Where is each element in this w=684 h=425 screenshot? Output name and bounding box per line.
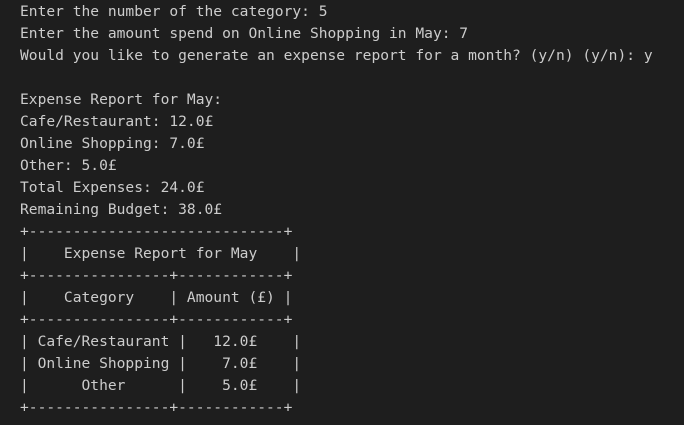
report-line-remaining: Remaining Budget: 38.0£: [20, 201, 223, 218]
report-line-total: Total Expenses: 24.0£: [20, 179, 205, 196]
report-line-other: Other: 5.0£: [20, 157, 117, 174]
report-heading: Expense Report for May:: [20, 91, 223, 108]
table-title-row: | Expense Report for May |: [20, 245, 302, 262]
prompt-amount: Enter the amount spend on Online Shoppin…: [20, 25, 469, 42]
prompt-generate-report: Would you like to generate an expense re…: [20, 47, 653, 64]
report-line-online-shopping: Online Shopping: 7.0£: [20, 135, 205, 152]
table-border-header-bottom: +----------------+------------+: [20, 311, 293, 328]
table-border-mid: +----------------+------------+: [20, 267, 293, 284]
table-row: | Cafe/Restaurant | 12.0£ |: [20, 333, 302, 350]
terminal-output[interactable]: Enter the number of the category: 5 Ente…: [0, 0, 684, 425]
table-header-row: | Category | Amount (£) |: [20, 289, 293, 306]
table-border-top: +-----------------------------+: [20, 223, 293, 240]
prompt-category-number: Enter the number of the category: 5: [20, 3, 328, 20]
table-row: | Other | 5.0£ |: [20, 377, 302, 394]
table-row: | Online Shopping | 7.0£ |: [20, 355, 302, 372]
table-border-bottom: +----------------+------------+: [20, 399, 293, 416]
report-line-cafe: Cafe/Restaurant: 12.0£: [20, 113, 214, 130]
